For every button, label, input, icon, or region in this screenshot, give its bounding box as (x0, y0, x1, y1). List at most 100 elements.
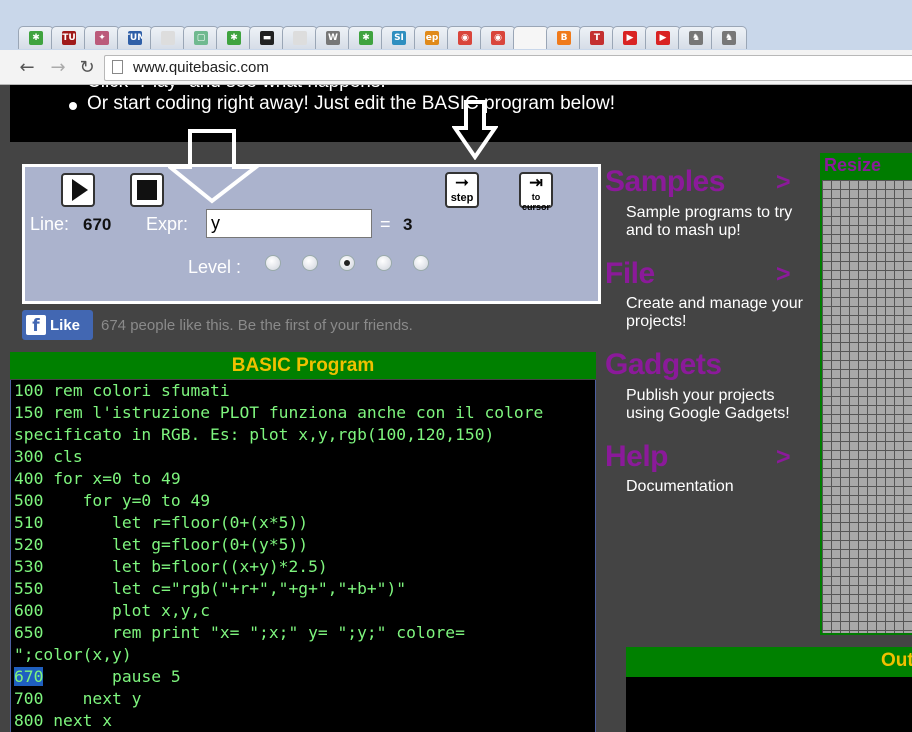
wikipedia-tab-icon: W (326, 31, 340, 45)
step-arrow-icon: ➞ (454, 173, 470, 193)
tu-tab-icon: TU (62, 31, 76, 45)
intro-item-edit: Or start coding right away! Just edit th… (65, 92, 615, 116)
blogger-tab-icon: B (557, 31, 571, 45)
file-link[interactable]: File (605, 257, 655, 291)
browser-tab[interactable]: ♞ (711, 26, 747, 49)
samples-link[interactable]: Samples (605, 165, 725, 199)
reload-button[interactable]: ↻ (76, 56, 98, 78)
fish-tab-icon: ✦ (95, 31, 109, 45)
tab-strip: ✱ TU ✦ TUM ▢ ✱ ▬ W ✱ SI ep ◉ ◉ B T ▶ ▶ ♞ ♞ (0, 0, 912, 50)
chrome-tab-icon: ◉ (491, 31, 505, 45)
resize-handle[interactable]: Resize (824, 155, 881, 176)
output-header: Out (626, 647, 912, 677)
evernote-tab-icon: ✱ (359, 31, 373, 45)
browser-tab[interactable]: ✱ (216, 26, 252, 49)
expr-label: Expr: (146, 214, 189, 234)
browser-tab[interactable] (513, 26, 549, 49)
browser-tab[interactable]: SI (381, 26, 417, 49)
to-cursor-button[interactable]: ⇥ to cursor (519, 172, 553, 212)
browser-tab[interactable]: ◉ (447, 26, 483, 49)
evernote-tab-icon: ✱ (227, 31, 241, 45)
evernote-tab-icon: ✱ (29, 31, 43, 45)
window-controls (852, 0, 912, 22)
back-button[interactable]: ← (16, 56, 38, 78)
browser-tab[interactable]: ✦ (84, 26, 120, 49)
code-line: 500 for y=0 to 49 (14, 491, 211, 510)
code-line: 510 let r=floor(0+(x*5)) (14, 513, 309, 532)
code-line: 150 rem l'istruzione PLOT funziona anche… (14, 403, 544, 422)
green-square-tab-icon: ▢ (194, 31, 208, 45)
level-radio-5[interactable] (413, 255, 429, 271)
step-button[interactable]: ➞ step (445, 172, 479, 208)
gadgets-desc: Publish your projects using Google Gadge… (626, 387, 790, 422)
code-line: 530 let b=floor((x+y)*2.5) (14, 557, 328, 576)
code-line: 520 let g=floor(0+(y*5)) (14, 535, 309, 554)
help-link[interactable]: Help (605, 440, 669, 474)
browser-tab[interactable]: ✱ (18, 26, 54, 49)
browser-tab[interactable]: ◉ (480, 26, 516, 49)
page-icon (112, 60, 123, 74)
level-label: Level : (188, 257, 242, 277)
doc-tab-icon (161, 31, 175, 45)
cow-tab-icon: ♞ (722, 31, 736, 45)
expr-input[interactable] (206, 209, 372, 238)
youtube-tab-icon: ▶ (656, 31, 670, 45)
code-line: 100 rem colori sfumati (14, 381, 230, 400)
stop-button[interactable] (130, 173, 164, 207)
browser-tab[interactable] (150, 26, 186, 49)
output-title: Out (881, 650, 912, 671)
level-radio-4[interactable] (376, 255, 392, 271)
si-tab-icon: SI (392, 31, 406, 45)
browser-tab[interactable]: ep (414, 26, 450, 49)
chrome-tab-icon: ◉ (458, 31, 472, 45)
page-content: Click "Play" and see what happens. Or st… (0, 85, 912, 732)
level-radio-2[interactable] (302, 255, 318, 271)
play-button[interactable] (61, 173, 95, 207)
browser-tab[interactable] (282, 26, 318, 49)
gadgets-link[interactable]: Gadgets (605, 348, 722, 382)
browser-tab[interactable]: TUM (117, 26, 153, 49)
file-desc: Create and manage your projects! (626, 295, 803, 330)
browser-tab[interactable]: ✱ (348, 26, 384, 49)
tum-tab-icon: TUM (128, 31, 142, 45)
plot-canvas (822, 180, 912, 633)
code-line: ";color(x,y) (14, 645, 132, 664)
browser-tab[interactable]: B (546, 26, 582, 49)
browser-tab[interactable]: T (579, 26, 615, 49)
browser-tab[interactable]: TU (51, 26, 87, 49)
browser-tab[interactable]: ▢ (183, 26, 219, 49)
facebook-like-button[interactable]: f Like (22, 310, 93, 340)
browser-tab[interactable]: ▶ (645, 26, 681, 49)
browser-tab[interactable]: ♞ (678, 26, 714, 49)
code-line: 670 pause 5 (11, 666, 595, 688)
forward-button[interactable]: → (47, 56, 69, 78)
code-line: 300 cls (14, 447, 83, 466)
line-label: Line: (30, 214, 70, 234)
browser-tab[interactable]: ▬ (249, 26, 285, 49)
like-label: Like (50, 316, 81, 334)
level-radio-1[interactable] (265, 255, 281, 271)
browser-tab[interactable]: ▶ (612, 26, 648, 49)
terminal-tab-icon: ▬ (260, 31, 274, 45)
browser-tab[interactable]: W (315, 26, 351, 49)
to-cursor-arrow-icon: ⇥ (528, 173, 544, 193)
code-line: 650 rem print "x= ";x;" y= ";y;" colore= (14, 623, 465, 642)
t-tab-icon: T (590, 31, 604, 45)
level-radio-3[interactable] (339, 255, 355, 271)
samples-desc: Sample programs to try and to mash up! (626, 204, 793, 239)
down-arrow-icon-step (452, 100, 498, 160)
samples-arrow[interactable]: > (776, 168, 791, 197)
equals-sign: = (380, 214, 391, 234)
ep-tab-icon: ep (425, 31, 439, 45)
code-line: specificato in RGB. Es: plot x,y,rgb(100… (14, 425, 495, 444)
program-header: BASIC Program (10, 352, 596, 379)
help-arrow[interactable]: > (776, 443, 791, 472)
youtube-tab-icon: ▶ (623, 31, 637, 45)
url-text: www.quitebasic.com (133, 59, 269, 76)
address-bar[interactable]: www.quitebasic.com (104, 55, 912, 81)
tab-list: ✱ TU ✦ TUM ▢ ✱ ▬ W ✱ SI ep ◉ ◉ B T ▶ ▶ ♞ ♞ (18, 26, 747, 50)
active-tab-icon (524, 31, 538, 45)
code-editor[interactable]: 100 rem colori sfumati 150 rem l'istruzio… (10, 380, 596, 732)
file-arrow[interactable]: > (776, 260, 791, 289)
code-line: 600 plot x,y,c (14, 601, 211, 620)
